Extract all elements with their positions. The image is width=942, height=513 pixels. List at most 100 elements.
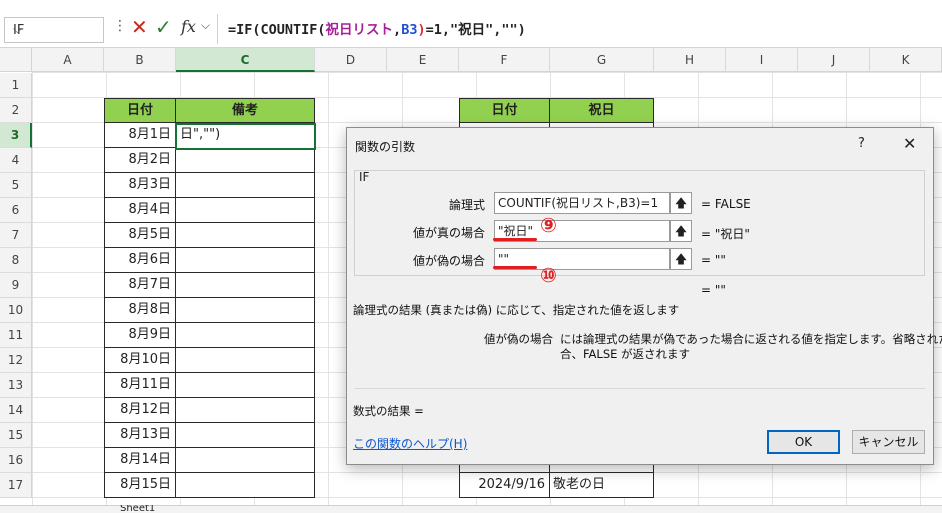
note-cell[interactable]	[175, 273, 315, 298]
active-cell-c3[interactable]: 日","")	[175, 123, 316, 150]
note-cell[interactable]	[175, 473, 315, 498]
row-header[interactable]: 3	[0, 123, 32, 148]
column-header-j[interactable]: J	[798, 48, 870, 72]
dialog-title: 関数の引数	[355, 140, 416, 154]
note-cell[interactable]	[175, 448, 315, 473]
chevron-down-icon[interactable]: ⌵	[201, 18, 210, 33]
formula-paren: )	[417, 22, 426, 38]
header-cell-holiday-name[interactable]: 祝日	[549, 98, 654, 123]
annotation-underline-9	[493, 238, 537, 241]
row-header[interactable]: 15	[0, 423, 32, 448]
header-cell-note[interactable]: 備考	[175, 98, 315, 123]
header-cell-date[interactable]: 日付	[104, 98, 176, 123]
row-header[interactable]: 4	[0, 148, 32, 173]
insert-function-icon[interactable]: fx	[181, 17, 196, 36]
date-cell[interactable]: 8月6日	[104, 248, 176, 273]
chevron-down-icon[interactable]: ⌵	[13, 22, 98, 37]
more-options-icon[interactable]: ⋮	[113, 18, 127, 34]
arg-label-value-if-false: 値が偽の場合	[412, 254, 485, 268]
formula-result-label: 数式の結果 =	[353, 404, 424, 418]
column-header-k[interactable]: K	[870, 48, 942, 72]
row-header[interactable]: 16	[0, 448, 32, 473]
date-cell[interactable]: 8月8日	[104, 298, 176, 323]
formula-input[interactable]: =IF(COUNTIF(祝日リスト,B3)=1,"祝日","")	[228, 18, 526, 38]
column-header-f[interactable]: F	[459, 48, 550, 72]
cancel-button[interactable]: キャンセル	[852, 430, 925, 454]
row-header[interactable]: 9	[0, 273, 32, 298]
row-header[interactable]: 7	[0, 223, 32, 248]
arg-result-value-if-false: = ""	[701, 253, 726, 267]
confirm-entry-icon[interactable]: ✓	[155, 15, 172, 39]
function-arguments-dialog[interactable]: 関数の引数 ? ✕ IF 論理式 COUNTIF(祝日リスト,B3)=1 🡅 =…	[346, 127, 942, 465]
formula-ref-list: 祝日リスト	[325, 22, 394, 38]
note-cell[interactable]	[175, 148, 315, 173]
date-cell[interactable]: 8月14日	[104, 448, 176, 473]
formula-part: =1,"祝日","")	[425, 22, 526, 38]
select-all-corner[interactable]	[0, 48, 32, 72]
note-cell[interactable]	[175, 323, 315, 348]
column-header-b[interactable]: B	[104, 48, 176, 72]
arg-result-logical-test: = FALSE	[701, 197, 751, 211]
range-select-icon[interactable]: 🡅	[670, 192, 692, 214]
row-header[interactable]: 1	[0, 73, 32, 98]
date-cell[interactable]: 8月9日	[104, 323, 176, 348]
help-icon[interactable]: ?	[858, 136, 865, 151]
note-cell[interactable]	[175, 223, 315, 248]
arg-help-line: 合、FALSE が返されます	[560, 347, 691, 361]
note-cell[interactable]	[175, 198, 315, 223]
date-cell[interactable]: 8月12日	[104, 398, 176, 423]
note-cell[interactable]	[175, 348, 315, 373]
date-cell[interactable]: 8月7日	[104, 273, 176, 298]
formula-separator	[217, 14, 218, 44]
row-header[interactable]: 8	[0, 248, 32, 273]
row-header[interactable]: 13	[0, 373, 32, 398]
arg-help-label: 値が偽の場合	[484, 332, 553, 346]
column-header-h[interactable]: H	[654, 48, 726, 72]
row-header[interactable]: 2	[0, 98, 32, 123]
arg-input-logical-test[interactable]: COUNTIF(祝日リスト,B3)=1	[494, 192, 670, 214]
overall-result: = ""	[701, 283, 726, 297]
column-header-i[interactable]: I	[726, 48, 798, 72]
note-cell[interactable]	[175, 173, 315, 198]
divider	[354, 388, 925, 389]
row-header[interactable]: 6	[0, 198, 32, 223]
holiday-date-cell[interactable]: 2024/9/16	[459, 473, 550, 498]
date-cell[interactable]: 8月13日	[104, 423, 176, 448]
column-header-c[interactable]: C	[176, 48, 315, 72]
sheet-tab[interactable]: Sheet1	[120, 505, 155, 513]
annotation-number-10: ⑩	[540, 263, 557, 287]
note-cell[interactable]	[175, 298, 315, 323]
date-cell[interactable]: 8月15日	[104, 473, 176, 498]
note-cell[interactable]	[175, 398, 315, 423]
date-cell[interactable]: 8月5日	[104, 223, 176, 248]
name-box[interactable]: IF ⌵	[4, 17, 104, 43]
ok-button[interactable]: OK	[767, 430, 840, 454]
date-cell[interactable]: 8月11日	[104, 373, 176, 398]
function-description: 論理式の結果 (真または偽) に応じて、指定された値を返します	[353, 303, 680, 317]
date-cell[interactable]: 8月1日	[104, 123, 176, 148]
note-cell[interactable]	[175, 373, 315, 398]
header-cell-holiday-date[interactable]: 日付	[459, 98, 550, 123]
date-cell[interactable]: 8月2日	[104, 148, 176, 173]
date-cell[interactable]: 8月3日	[104, 173, 176, 198]
range-select-icon[interactable]: 🡅	[670, 220, 692, 242]
row-header[interactable]: 11	[0, 323, 32, 348]
date-cell[interactable]: 8月4日	[104, 198, 176, 223]
holiday-name-cell[interactable]: 敬老の日	[549, 473, 654, 498]
column-header-g[interactable]: G	[550, 48, 654, 72]
row-header[interactable]: 14	[0, 398, 32, 423]
row-header[interactable]: 10	[0, 298, 32, 323]
note-cell[interactable]	[175, 248, 315, 273]
range-select-icon[interactable]: 🡅	[670, 248, 692, 270]
cancel-entry-icon[interactable]: ✕	[131, 15, 148, 39]
column-header-a[interactable]: A	[32, 48, 104, 72]
column-header-e[interactable]: E	[387, 48, 459, 72]
close-icon[interactable]: ✕	[903, 134, 916, 153]
column-header-d[interactable]: D	[315, 48, 387, 72]
row-header[interactable]: 12	[0, 348, 32, 373]
note-cell[interactable]	[175, 423, 315, 448]
row-header[interactable]: 5	[0, 173, 32, 198]
row-header[interactable]: 17	[0, 473, 32, 498]
date-cell[interactable]: 8月10日	[104, 348, 176, 373]
function-help-link[interactable]: この関数のヘルプ(H)	[353, 435, 467, 452]
